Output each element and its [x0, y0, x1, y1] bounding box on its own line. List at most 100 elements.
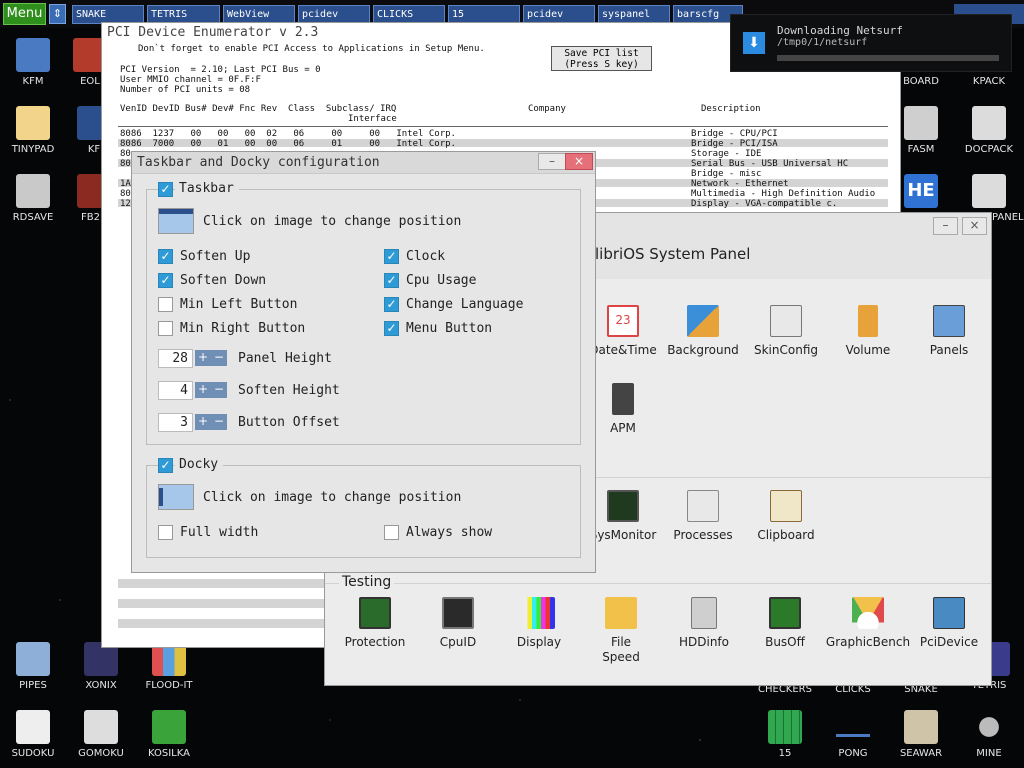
syspanel-item-clipboard[interactable]: Clipboard [741, 490, 831, 542]
cpu-usage-checkbox[interactable]: ✓ [384, 273, 399, 288]
always-show-label: Always show [406, 525, 493, 540]
pci-blank-row [118, 579, 328, 588]
system-panel-title: libriOS System Panel [595, 245, 751, 263]
syspanel-item-background[interactable]: Background [658, 305, 748, 357]
change-language-checkbox[interactable]: ✓ [384, 297, 399, 312]
button-offset-stepper[interactable]: 3 + − [158, 413, 230, 432]
min-right-button-checkbox[interactable] [158, 321, 173, 336]
windows-icon [687, 490, 719, 522]
decrement-button[interactable]: − [211, 350, 227, 366]
change-language-label: Change Language [406, 297, 524, 312]
pci-desc: Bridge - CPU/PCI [691, 129, 778, 139]
desktop-icon-flood-it[interactable]: FLOOD-IT [136, 642, 202, 691]
config-title: Taskbar and Docky configuration [137, 155, 380, 170]
pong-icon [836, 710, 870, 744]
pci-blank-row [118, 599, 328, 608]
always-show-checkbox[interactable] [384, 525, 399, 540]
clock-checkbox[interactable]: ✓ [384, 249, 399, 264]
pipes-icon [16, 642, 50, 676]
increment-button[interactable]: + [195, 350, 211, 366]
testing-item-busoff[interactable]: BusOff [740, 597, 830, 649]
increment-button[interactable]: + [195, 382, 211, 398]
sysmonitor-icon [607, 490, 639, 522]
increment-button[interactable]: + [195, 414, 211, 430]
docky-position-image[interactable] [158, 484, 194, 510]
soften-up-label: Soften Up [180, 249, 251, 264]
pci-row: 1A [120, 179, 131, 189]
syspanel-item-skinconfig[interactable]: SkinConfig [741, 305, 831, 357]
save-pci-list-button[interactable]: Save PCI list (Press S key) [551, 46, 652, 71]
syspanel-testing-divider [325, 583, 991, 584]
testing-group-title: Testing [339, 574, 395, 590]
docky-enable-checkbox[interactable]: ✓ [158, 458, 173, 473]
decrement-button[interactable]: − [211, 382, 227, 398]
taskbar-position-image[interactable] [158, 208, 194, 234]
min-left-button-label: Min Left Button [180, 297, 298, 312]
desktop-icon-pong[interactable]: PONG [820, 710, 886, 759]
testing-item-graphicbench[interactable]: GraphicBench [823, 597, 913, 649]
testing-item-pcidevice[interactable]: PciDevice [904, 597, 994, 649]
min-right-button-label: Min Right Button [180, 321, 306, 336]
pci-note: Don`t forget to enable PCI Access to App… [138, 44, 485, 54]
close-button[interactable]: × [565, 153, 593, 170]
sudoku-icon [16, 710, 50, 744]
desktop-icon-sudoku[interactable]: SUDOKU [0, 710, 66, 759]
desktop-icon-kfm[interactable]: KFM [0, 38, 66, 87]
panel-height-value[interactable]: 28 [158, 349, 193, 368]
battery-plug-icon [612, 383, 634, 415]
desktop-icon-rdsave[interactable]: RDSAVE [0, 174, 66, 223]
soften-height-value[interactable]: 4 [158, 381, 193, 400]
panels-icon [933, 305, 965, 337]
menu-button-checkbox[interactable]: ✓ [384, 321, 399, 336]
floppy-icon [16, 38, 50, 72]
pci-row: 12 [120, 199, 131, 209]
min-left-button-checkbox[interactable] [158, 297, 173, 312]
syspanel-item-panels[interactable]: Panels [904, 305, 994, 357]
seawar-icon [904, 710, 938, 744]
taskbar-config-window[interactable]: Taskbar and Docky configuration – × ✓ Ta… [131, 151, 596, 573]
testing-item-protection[interactable]: Protection [330, 597, 420, 649]
fasm-icon [904, 106, 938, 140]
close-button[interactable]: × [962, 217, 987, 235]
desktop-icon-xonix[interactable]: XONIX [68, 642, 134, 691]
full-width-checkbox[interactable] [158, 525, 173, 540]
pci-desc: Bridge - PCI/ISA [691, 139, 778, 149]
soften-up-checkbox[interactable]: ✓ [158, 249, 173, 264]
soften-height-stepper[interactable]: 4 + − [158, 381, 230, 400]
pci-description-header: Description [701, 104, 761, 114]
soften-down-checkbox[interactable]: ✓ [158, 273, 173, 288]
pci-desc: Serial Bus - USB Universal HC [691, 159, 849, 169]
taskbar-enable-checkbox[interactable]: ✓ [158, 182, 173, 197]
testing-item-cpuid[interactable]: CpuID [413, 597, 503, 649]
pci-info: PCI Version = 2.10; Last PCI Bus = 0 Use… [120, 65, 321, 95]
decrement-button[interactable]: − [211, 414, 227, 430]
minimize-button[interactable]: – [538, 153, 566, 170]
desktop-icon-mine[interactable]: MINE [956, 710, 1022, 759]
cpu-usage-label: Cpu Usage [406, 273, 477, 288]
pci-row: 8086 7000 00 01 00 00 06 01 00 Intel Cor… [120, 139, 456, 149]
menu-button[interactable]: Menu [3, 3, 46, 25]
testing-item-hddinfo[interactable]: HDDinfo [659, 597, 749, 649]
arrows-updown-icon[interactable]: ⇕ [49, 4, 66, 24]
desktop-icon-pipes[interactable]: PIPES [0, 642, 66, 691]
download-notification[interactable]: ⬇ Downloading Netsurf /tmp0/1/netsurf [730, 14, 1012, 72]
desktop-icon-tinypad[interactable]: TINYPAD [0, 106, 66, 155]
monitor-icon [687, 305, 719, 337]
sliders-icon [972, 174, 1006, 208]
syspanel-item-processes[interactable]: Processes [658, 490, 748, 542]
minimize-button[interactable]: – [933, 217, 958, 235]
desktop-icon-seawar[interactable]: SEAWAR [888, 710, 954, 759]
desktop-icon-docpack[interactable]: DOCPACK [956, 106, 1022, 155]
desktop-icon-kosilka[interactable]: KOSILKA [136, 710, 202, 759]
testing-item-file-speed[interactable]: File Speed [576, 597, 666, 665]
desktop-icon-15[interactable]: 15 [752, 710, 818, 759]
chip-icon [359, 597, 391, 629]
panel-height-stepper[interactable]: 28 + − [158, 349, 230, 368]
taskbar-strip [159, 209, 193, 214]
testing-item-display[interactable]: Display [494, 597, 584, 649]
button-offset-value[interactable]: 3 [158, 413, 193, 432]
pci-desc: Storage - IDE [691, 149, 762, 159]
syspanel-item-volume[interactable]: Volume [823, 305, 913, 357]
soften-height-label: Soften Height [238, 383, 340, 398]
desktop-icon-gomoku[interactable]: GOMOKU [68, 710, 134, 759]
